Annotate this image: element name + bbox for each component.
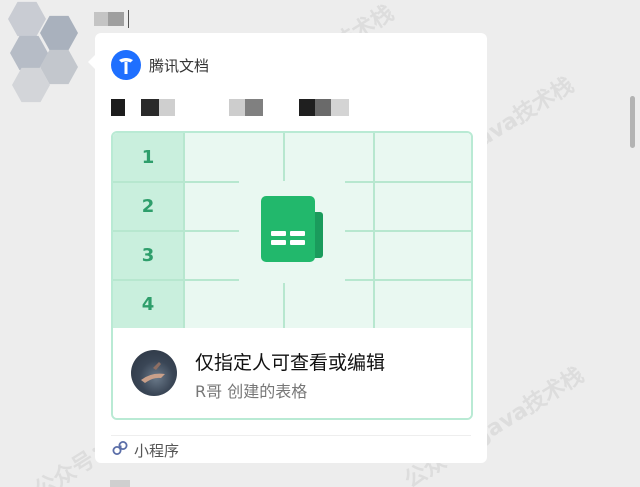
row-number: 1 [141, 146, 155, 168]
row-number: 3 [141, 244, 155, 266]
owner-avatar [131, 350, 177, 396]
card-footer: 小程序 [111, 439, 179, 461]
scrollbar[interactable] [630, 96, 635, 148]
sheet-preview[interactable]: 1 2 3 4 仅指定人可查看或编辑 R哥 创建的表格 [111, 131, 473, 420]
sender-avatar[interactable] [0, 0, 90, 110]
row-number: 2 [141, 195, 155, 217]
mini-program-icon [111, 439, 129, 461]
mini-program-label: 小程序 [134, 441, 180, 460]
tencent-docs-logo-icon [111, 50, 141, 80]
document-owner: R哥 创建的表格 [195, 382, 308, 401]
row-number: 4 [141, 293, 155, 315]
spreadsheet-icon [261, 196, 325, 262]
app-header: 腾讯文档 [111, 50, 209, 80]
app-name: 腾讯文档 [149, 56, 210, 75]
document-title [111, 99, 361, 117]
text-cursor [128, 10, 129, 28]
document-permission: 仅指定人可查看或编辑 [195, 352, 386, 374]
sender-name [94, 12, 126, 26]
chat-view: 公众号：Java技术栈 公众号：Java技术栈 公众号：Java技术栈 公众号：… [0, 0, 640, 487]
divider [111, 435, 471, 436]
document-info: 仅指定人可查看或编辑 R哥 创建的表格 [113, 328, 471, 418]
next-message-partial [110, 480, 130, 487]
sheet-grid: 1 2 3 4 [113, 133, 471, 328]
mini-program-card[interactable]: 腾讯文档 1 2 3 4 仅指定人可查看或编辑 R哥 创建的表格 小程序 [88, 33, 487, 463]
